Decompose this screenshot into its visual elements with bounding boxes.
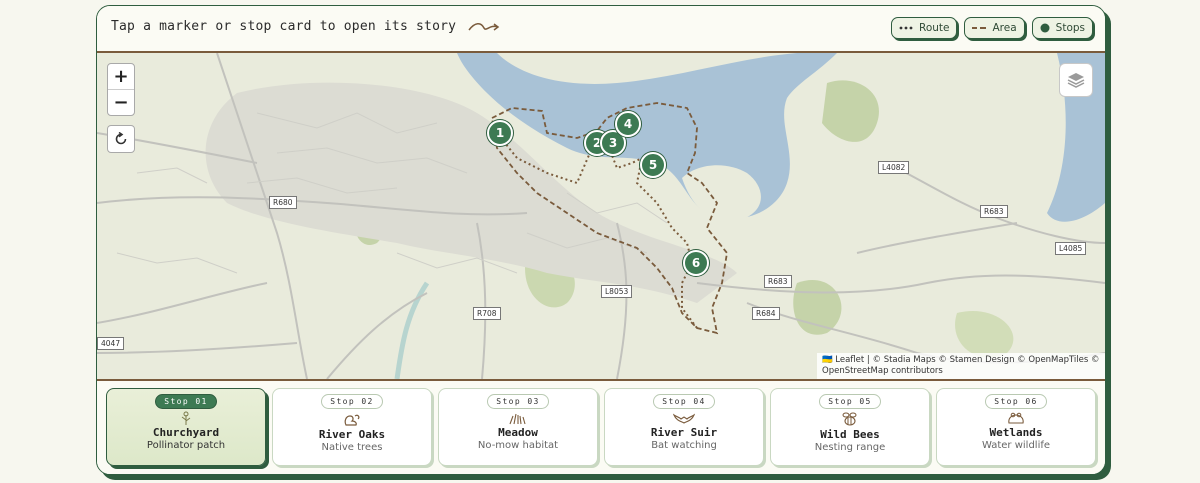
app-frame: Tap a marker or stop card to open its st…: [96, 5, 1106, 475]
stop-title: River Oaks: [318, 428, 386, 441]
header: Tap a marker or stop card to open its st…: [97, 6, 1105, 53]
bat-icon: [673, 413, 695, 424]
stop-badge: Stop 04: [653, 394, 715, 409]
flower-icon: [181, 411, 191, 425]
stop-title: Meadow: [498, 426, 538, 439]
stop-marker-6[interactable]: 6: [683, 250, 709, 276]
layers-button[interactable]: [1059, 63, 1093, 97]
zoom-control: + −: [107, 63, 135, 116]
grass-icon: [509, 413, 526, 425]
stop-cards: Stop 01 Churchyard Pollinator patch Stop…: [97, 379, 1105, 474]
stop-card-6[interactable]: Stop 06 Wetlands Water wildlife: [936, 388, 1096, 466]
stop-subtitle: Nesting range: [814, 442, 886, 453]
legend-area-label: Area: [992, 22, 1017, 34]
stop-card-2[interactable]: Stop 02 River Oaks Native trees: [272, 388, 432, 466]
road-label: L4082: [878, 161, 910, 174]
zoom-in-button[interactable]: +: [108, 64, 134, 89]
legend-stops-button[interactable]: Stops: [1031, 17, 1093, 39]
legend: Route Area Stops: [891, 17, 1093, 39]
stop-card-5[interactable]: Stop 05 Wild Bees Nesting range: [770, 388, 930, 466]
squiggle-arrow-icon: [468, 22, 500, 31]
stop-badge: Stop 02: [321, 394, 383, 409]
stop-title: Wild Bees: [820, 428, 880, 441]
stop-subtitle: Bat watching: [651, 440, 717, 451]
hint-text: Tap a marker or stop card to open its st…: [111, 19, 457, 34]
frog-icon: [1008, 412, 1024, 424]
dot-icon: [1040, 23, 1050, 33]
stop-subtitle: No-mow habitat: [477, 440, 559, 451]
stop-title: River Suir: [650, 426, 718, 439]
stop-badge: Stop 06: [985, 394, 1047, 409]
stop-subtitle: Native trees: [321, 442, 383, 453]
dash-icon: [972, 27, 987, 29]
road-label: R683: [980, 205, 1008, 218]
stop-card-3[interactable]: Stop 03 Meadow No-mow habitat: [438, 388, 598, 466]
stop-subtitle: Pollinator patch: [146, 440, 226, 451]
stop-marker-5[interactable]: 5: [640, 152, 666, 178]
stop-marker-1[interactable]: 1: [487, 120, 513, 146]
squirrel-icon: [344, 414, 360, 426]
stop-badge: Stop 01: [155, 394, 217, 409]
road-label: R683: [764, 275, 792, 288]
layers-icon: [1067, 73, 1085, 88]
map-tiles: [97, 53, 1105, 379]
stop-badge: Stop 05: [819, 394, 881, 409]
legend-route-label: Route: [919, 22, 950, 34]
dots-icon: [899, 26, 913, 30]
road-label: R680: [269, 196, 297, 209]
road-label: L8053: [601, 285, 633, 298]
stop-title: Churchyard: [152, 426, 220, 439]
map[interactable]: + − 1 2 3 4 5 6 R680 L4082 R683 L4085 R6…: [97, 53, 1105, 379]
stop-card-1[interactable]: Stop 01 Churchyard Pollinator patch: [106, 388, 266, 466]
road-label: R708: [473, 307, 501, 320]
reset-view-button[interactable]: [107, 125, 135, 153]
map-attribution: 🇺🇦 Leaflet | © Stadia Maps © Stamen Desi…: [817, 353, 1105, 379]
road-label: R684: [752, 307, 780, 320]
road-label: L4085: [1055, 242, 1087, 255]
stop-title: Wetlands: [989, 426, 1043, 439]
hint: Tap a marker or stop card to open its st…: [111, 19, 500, 34]
bee-icon: [842, 412, 857, 426]
stop-card-4[interactable]: Stop 04 River Suir Bat watching: [604, 388, 764, 466]
zoom-out-button[interactable]: −: [108, 89, 134, 115]
reset-icon: [115, 132, 127, 145]
legend-area-button[interactable]: Area: [964, 17, 1025, 39]
stop-badge: Stop 03: [487, 394, 549, 409]
legend-route-button[interactable]: Route: [891, 17, 958, 39]
road-label: 4047: [97, 337, 125, 350]
legend-stops-label: Stops: [1055, 22, 1085, 34]
stop-marker-4[interactable]: 4: [615, 111, 641, 137]
stop-subtitle: Water wildlife: [981, 440, 1051, 451]
